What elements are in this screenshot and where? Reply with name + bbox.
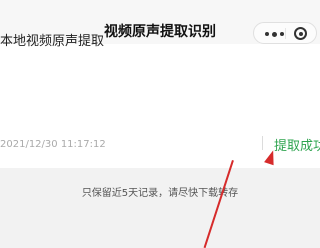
retention-notice: 只保留近5天记录，请尽快下载转存	[81, 188, 239, 199]
status-link[interactable]: 提取成功	[274, 135, 320, 154]
status-divider	[262, 136, 263, 150]
miniprogram-close-icon[interactable]	[294, 27, 307, 40]
miniprogram-capsule	[253, 22, 317, 44]
record-title: 本地视频原声提取	[0, 34, 105, 49]
more-dots-icon[interactable]	[265, 31, 285, 37]
annotation-arrow-line	[203, 160, 234, 248]
capsule-divider	[285, 28, 286, 39]
record-date: 2021/12/30 11:17:12	[0, 139, 106, 150]
